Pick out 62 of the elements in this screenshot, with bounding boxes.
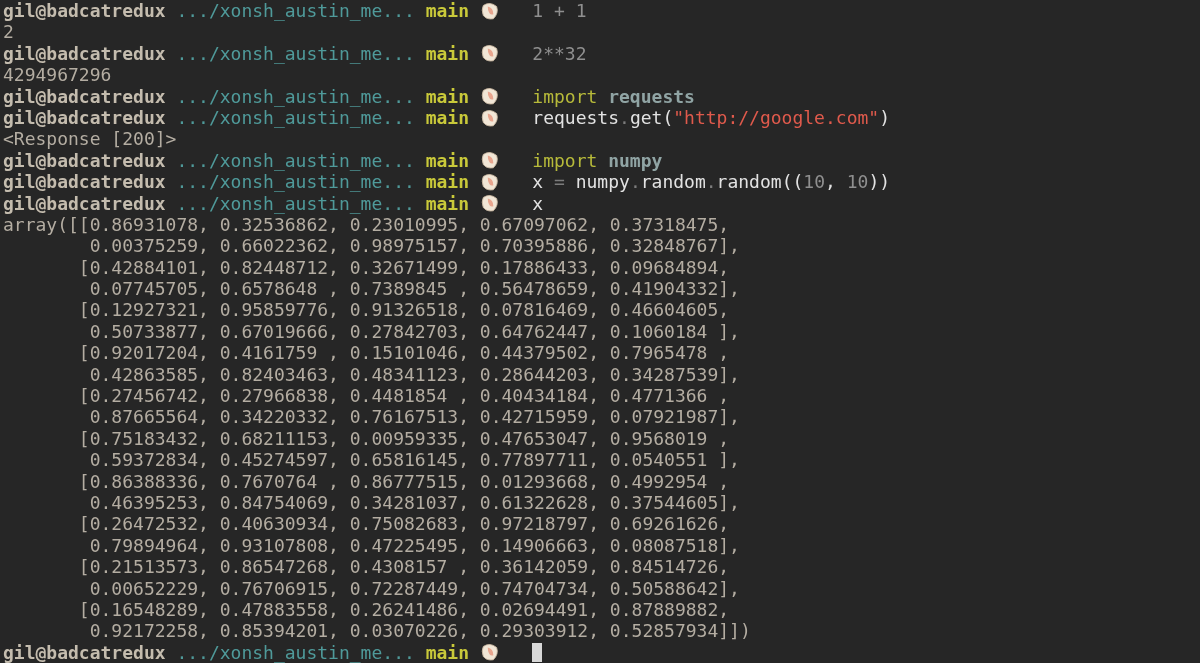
command-text: 1 + 1 [532,0,587,22]
command-text: requests.get("http://google.com") [532,106,890,129]
prompt-path: .../xonsh_austin_me... [176,171,415,193]
prompt-path: .../xonsh_austin_me... [176,0,415,22]
output-text: [0.92017204, 0.4161759 , 0.15101046, 0.44379502, 0.7965478 , [77,342,730,364]
output-text: [0.26472532, 0.40630934, 0.75082683, 0.97218797, 0.69261626, [77,513,730,535]
shell-icon [479,86,500,107]
output-text: 0.46395253, 0.84754069, 0.34281037, 0.61322628, 0.37544605], [88,492,740,514]
command-text: x [532,192,544,214]
prompt-user: gil@badcatredux [3,149,166,172]
output-text: 4294967296 [3,64,112,86]
command-text: 2**32 [532,42,587,65]
shell-icon [479,0,500,21]
prompt-user: gil@badcatredux [3,106,166,129]
output-text: array([[0.86931078, 0.32536862, 0.23010995, 0.67097062, 0.37318475, [3,213,730,236]
output-text: [0.75183432, 0.68211153, 0.00959335, 0.47653047, 0.9568019 , [77,427,730,450]
git-branch: main [425,0,469,22]
command-text: import requests [532,85,695,107]
shell-icon [479,43,500,64]
prompt-path: .../xonsh_austin_me... [176,192,415,214]
prompt-user: gil@badcatredux [3,85,166,107]
output-text: 0.50733877, 0.67019666, 0.27842703, 0.64762447, 0.1060184 ], [88,320,740,343]
output-text: 2 [3,21,14,43]
git-branch: main [425,149,469,172]
prompt-path: .../xonsh_austin_me... [176,149,415,172]
output-text: 0.07745705, 0.6578648 , 0.7389845 , 0.56478659, 0.41904332], [88,278,740,300]
output-text: 0.87665564, 0.34220332, 0.76167513, 0.42715959, 0.07921987], [88,406,740,428]
prompt-path: .../xonsh_austin_me... [176,106,415,129]
output-text: 0.42863585, 0.82403463, 0.48341123, 0.28644203, 0.34287539], [88,363,740,386]
git-branch: main [425,106,469,129]
output-text: 0.59372834, 0.45274597, 0.65816145, 0.77897711, 0.0540551 ], [88,449,740,471]
output-text: [0.86388336, 0.7670764 , 0.86777515, 0.01293668, 0.4992954 , [77,470,730,492]
prompt-user: gil@badcatredux [3,0,166,22]
shell-icon [479,642,500,663]
prompt-path: .../xonsh_austin_me... [176,641,415,663]
prompt-path: .../xonsh_austin_me... [176,42,415,65]
output-text: <Response [200]> [3,128,177,150]
command-text: import numpy [532,149,663,172]
git-branch: main [425,192,469,214]
output-text: [0.12927321, 0.95859776, 0.91326518, 0.07816469, 0.46604605, [77,299,730,321]
git-branch: main [425,85,469,107]
output-text: 0.92172258, 0.85394201, 0.03070226, 0.29303912, 0.52857934]]) [88,620,751,642]
output-text: [0.21513573, 0.86547268, 0.4308157 , 0.36142059, 0.84514726, [77,556,730,578]
prompt-user: gil@badcatredux [3,171,166,193]
shell-icon [479,107,500,128]
git-branch: main [425,171,469,193]
prompt-user: gil@badcatredux [3,192,166,214]
git-branch: main [425,42,469,65]
output-text: [0.42884101, 0.82448712, 0.32671499, 0.17886433, 0.09684894, [77,256,730,279]
output-text: 0.79894964, 0.93107808, 0.47225495, 0.14906663, 0.08087518], [88,534,740,557]
git-branch: main [425,641,469,663]
shell-icon [479,193,500,214]
shell-icon [479,150,500,171]
output-text: [0.27456742, 0.27966838, 0.4481854 , 0.40434184, 0.4771366 , [77,385,730,407]
shell-icon [479,171,500,192]
prompt-user: gil@badcatredux [3,641,166,663]
output-text: 0.00375259, 0.66022362, 0.98975157, 0.70395886, 0.32848767], [88,235,740,257]
command-text: x = numpy.random.random((10, 10)) [532,171,891,193]
prompt-path: .../xonsh_austin_me... [176,85,415,107]
output-text: 0.00652229, 0.76706915, 0.72287449, 0.74704734, 0.50588642], [88,577,740,599]
prompt-user: gil@badcatredux [3,42,166,65]
output-text: [0.16548289, 0.47883558, 0.26241486, 0.02694491, 0.87889882, [77,598,730,621]
